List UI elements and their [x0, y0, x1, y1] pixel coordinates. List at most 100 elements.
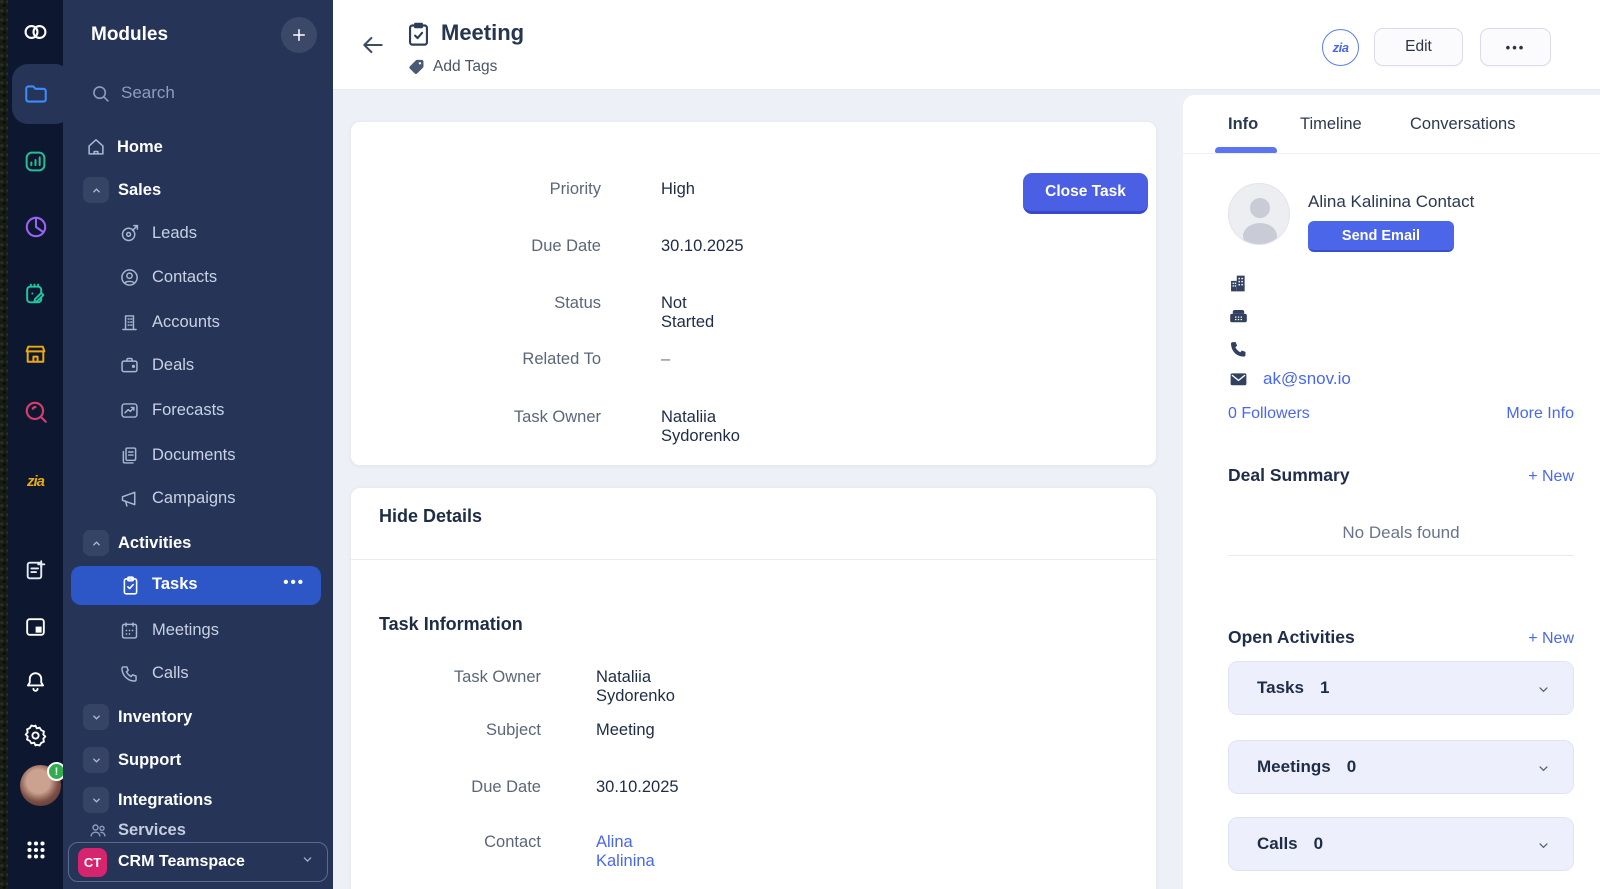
followers-link[interactable]: 0 Followers — [1228, 405, 1310, 423]
sidebar-item-meetings[interactable]: Meetings — [63, 616, 333, 644]
sidebar-group-activities[interactable]: Activities — [63, 529, 333, 557]
sidebar-group-sales[interactable]: Sales — [63, 176, 333, 204]
tag-icon — [407, 57, 426, 76]
chevron-down-icon[interactable] — [83, 787, 109, 813]
plus-icon — [290, 26, 308, 44]
accordion-label: Calls — [1257, 834, 1298, 854]
new-deal-link[interactable]: + New — [1528, 468, 1574, 486]
more-info-link[interactable]: More Info — [1506, 405, 1574, 423]
calendar-icon[interactable] — [22, 613, 49, 640]
zia-assistant-button[interactable]: zia — [1322, 29, 1359, 66]
sidebar-search-input[interactable]: Search — [63, 80, 333, 108]
deal-summary-title: Deal Summary — [1228, 465, 1350, 486]
home-icon — [85, 136, 107, 158]
contact-name[interactable]: Alina Kalinina Contact — [1308, 192, 1474, 212]
chevron-down-icon[interactable] — [83, 747, 109, 773]
settings-gear-icon[interactable] — [22, 722, 49, 749]
marketplace-app-icon[interactable] — [22, 341, 49, 368]
field-value: Nataliia Sydorenko — [661, 408, 740, 446]
sidebar-group-label: Integrations — [118, 791, 212, 810]
contact-email-link[interactable]: ak@snov.io — [1263, 369, 1351, 389]
sidebar-item-forecasts[interactable]: Forecasts — [63, 396, 333, 424]
chevron-down-icon — [1536, 838, 1551, 858]
search-placeholder: Search — [121, 83, 175, 103]
field-value: – — [661, 350, 670, 369]
field-value: Nataliia Sydorenko — [596, 668, 675, 706]
chevron-down-icon[interactable] — [83, 704, 109, 730]
sidebar-item-deals[interactable]: Deals — [63, 351, 333, 379]
no-deals-message: No Deals found — [1228, 523, 1574, 543]
app-grid-icon[interactable] — [22, 836, 49, 863]
planner-app-icon[interactable] — [22, 281, 49, 308]
accordion-calls[interactable]: Calls 0 — [1228, 817, 1574, 871]
teamspace-name: CRM Teamspace — [118, 853, 300, 871]
sidebar-item-documents[interactable]: Documents — [63, 441, 333, 469]
add-tags-button[interactable]: Add Tags — [407, 57, 497, 76]
chevron-up-icon[interactable] — [83, 177, 109, 203]
chevron-up-icon[interactable] — [83, 530, 109, 556]
mobile-phone-icon — [1228, 339, 1250, 361]
chevron-down-icon — [1536, 682, 1551, 702]
accordion-tasks[interactable]: Tasks 1 — [1228, 661, 1574, 715]
tab-timeline[interactable]: Timeline — [1300, 115, 1362, 134]
sidebar-item-label: Services — [118, 821, 186, 840]
deals-icon — [119, 355, 140, 376]
field-value: Meeting — [596, 721, 655, 740]
notifications-bell-icon[interactable] — [22, 668, 49, 695]
field-label: Task Owner — [371, 668, 541, 687]
zia-rail-icon[interactable]: zia — [22, 468, 49, 495]
tab-conversations[interactable]: Conversations — [1410, 115, 1515, 134]
edit-button[interactable]: Edit — [1374, 28, 1463, 66]
task-details-card: Hide Details Task Information Task Owner… — [350, 487, 1157, 889]
meetings-icon — [119, 620, 140, 641]
new-activity-link[interactable]: + New — [1528, 630, 1574, 648]
deal-summary-header: Deal Summary + New — [1228, 465, 1574, 486]
record-header: Meeting Add Tags zia Edit ••• — [333, 0, 1600, 90]
field-label: Status — [371, 294, 601, 313]
add-module-button[interactable] — [281, 17, 317, 53]
sidebar-item-contacts[interactable]: Contacts — [63, 263, 333, 291]
tasks-more-icon[interactable]: ••• — [283, 574, 305, 591]
accordion-label: Tasks — [1257, 678, 1304, 698]
sidebar-item-campaigns[interactable]: Campaigns — [63, 484, 333, 512]
sidebar-item-accounts[interactable]: Accounts — [63, 308, 333, 336]
create-note-icon[interactable] — [22, 557, 49, 584]
tab-info[interactable]: Info — [1228, 115, 1258, 134]
zoho-logo-icon[interactable] — [22, 18, 49, 45]
contact-link[interactable]: Alina Kalinina — [596, 833, 655, 871]
user-avatar[interactable]: ! — [20, 765, 61, 806]
sidebar-item-leads[interactable]: Leads — [63, 219, 333, 247]
sidebar-group-support[interactable]: Support — [63, 746, 333, 774]
divider — [351, 559, 1156, 560]
reports-app-icon[interactable] — [22, 213, 49, 240]
task-record-icon — [405, 21, 432, 53]
sidebar-item-home[interactable]: Home — [63, 133, 333, 161]
close-task-button[interactable]: Close Task — [1023, 173, 1148, 214]
chevron-down-icon — [1536, 761, 1551, 781]
search-app-icon[interactable] — [22, 398, 49, 425]
company-building-icon — [1228, 273, 1250, 295]
back-button[interactable] — [360, 32, 386, 58]
folder-app-icon[interactable] — [22, 80, 49, 107]
field-value: 30.10.2025 — [596, 778, 679, 797]
desktop-edge — [0, 0, 8, 889]
accordion-meetings[interactable]: Meetings 0 — [1228, 740, 1574, 794]
contacts-icon — [119, 267, 140, 288]
send-email-button[interactable]: Send Email — [1308, 221, 1454, 252]
search-icon — [90, 83, 111, 109]
chevron-down-icon — [300, 852, 315, 872]
accordion-count: 0 — [1347, 757, 1356, 777]
hide-details-toggle[interactable]: Hide Details — [379, 506, 482, 527]
sidebar-item-label: Documents — [152, 446, 235, 465]
sidebar-group-inventory[interactable]: Inventory — [63, 703, 333, 731]
sidebar-item-services[interactable]: Services — [63, 816, 333, 844]
more-actions-button[interactable]: ••• — [1480, 28, 1551, 66]
email-envelope-icon — [1228, 369, 1250, 391]
sidebar-item-calls[interactable]: Calls — [63, 659, 333, 687]
divider — [1228, 555, 1574, 556]
teamspace-selector[interactable]: CT CRM Teamspace — [68, 842, 328, 882]
sidebar-group-integrations[interactable]: Integrations — [63, 786, 333, 814]
fax-phone-icon — [1228, 306, 1250, 328]
sidebar-item-tasks-selected[interactable]: Tasks ••• — [71, 566, 321, 605]
analytics-app-icon[interactable] — [22, 148, 49, 175]
